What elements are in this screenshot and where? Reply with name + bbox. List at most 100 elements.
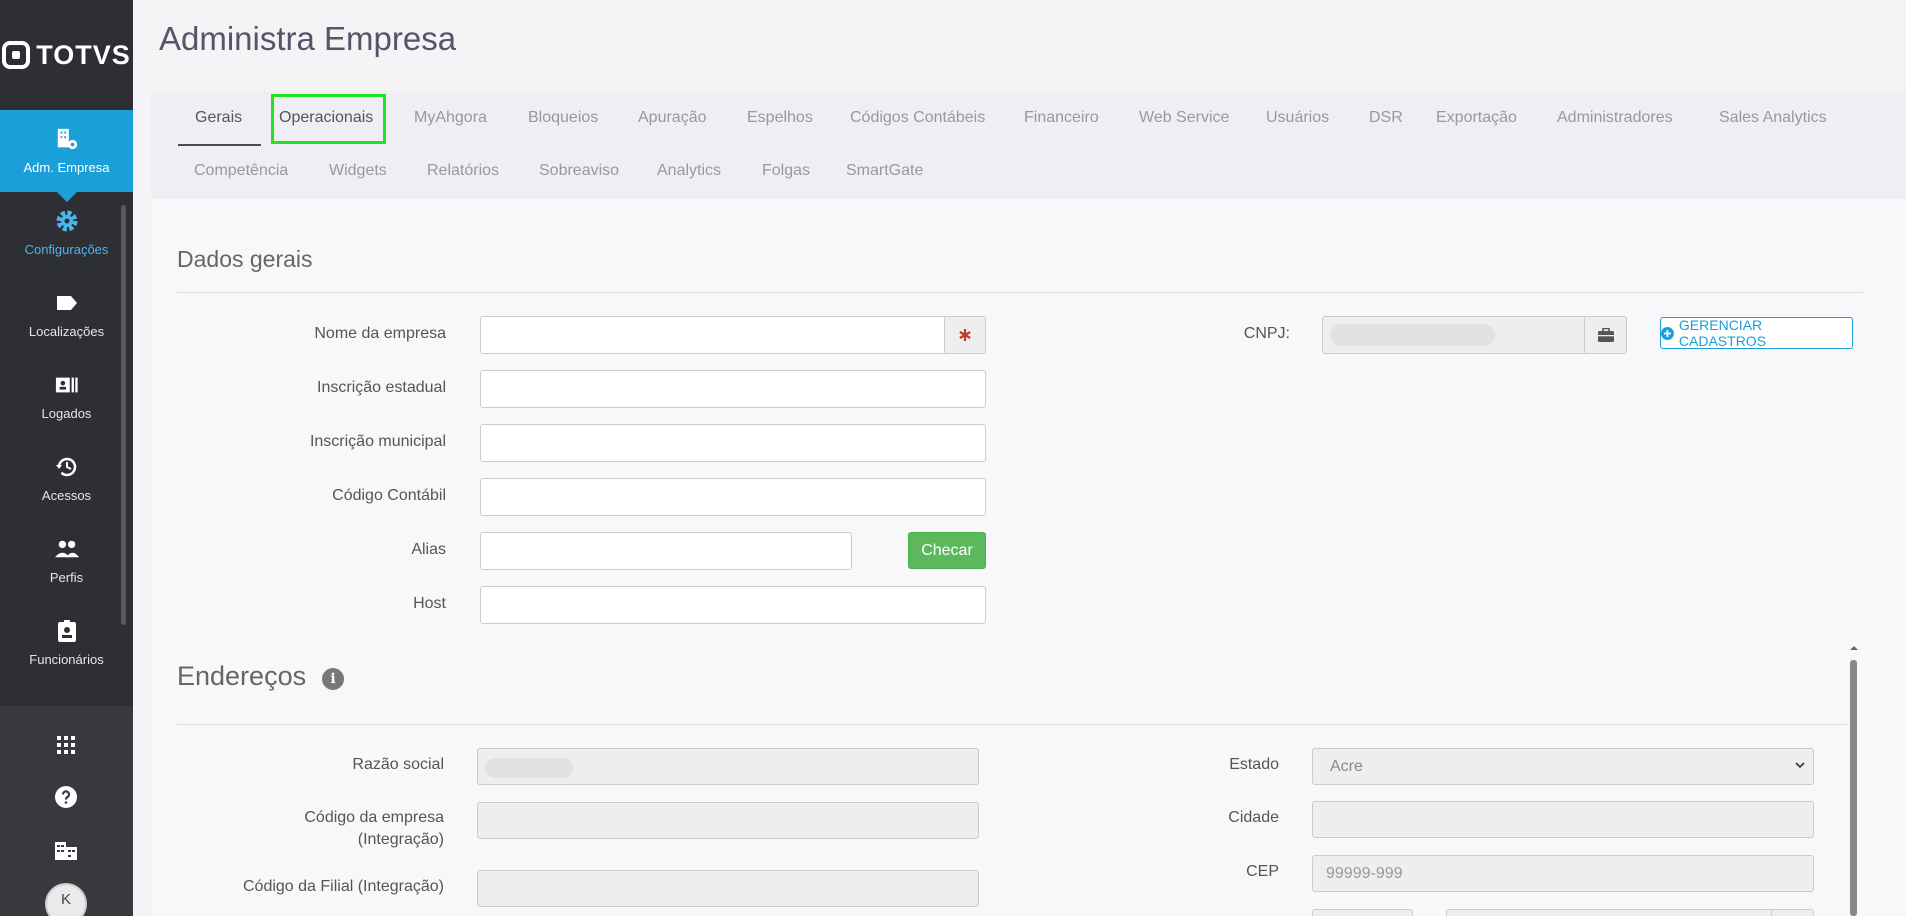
cnpj-addon[interactable]: [1584, 316, 1627, 354]
sidebar-item-logados[interactable]: Logados: [0, 356, 133, 438]
alias-input[interactable]: [480, 532, 852, 570]
plus-circle-icon: [1661, 326, 1674, 340]
tab-usuarios[interactable]: Usuários: [1266, 109, 1329, 127]
cnpj-input[interactable]: [1322, 316, 1585, 354]
gear-icon: [55, 209, 79, 233]
tab-web-service[interactable]: Web Service: [1139, 109, 1229, 127]
tabs-bar: Gerais Operacionais MyAhgora Bloqueios A…: [151, 91, 1906, 199]
section-title-dados-gerais: Dados gerais: [177, 246, 313, 272]
section-title-enderecos: Endereços: [177, 661, 307, 691]
tab-apuracao[interactable]: Apuração: [638, 109, 707, 127]
sidebar-item-adm-empresa[interactable]: Adm. Empresa: [0, 110, 133, 202]
sidebar-scrollbar[interactable]: [121, 205, 126, 625]
label-estado: Estado: [1229, 756, 1279, 773]
logradouro-addon[interactable]: [1771, 909, 1814, 916]
tab-bloqueios[interactable]: Bloqueios: [528, 109, 598, 127]
asterisk-icon: [959, 329, 971, 341]
sidebar-item-funcionarios[interactable]: Funcionários: [0, 602, 133, 684]
tab-sales-analytics[interactable]: Sales Analytics: [1719, 109, 1827, 127]
company-building-icon[interactable]: [54, 838, 78, 862]
tab-competencia[interactable]: Competência: [194, 162, 288, 180]
tab-dsr[interactable]: DSR: [1369, 109, 1403, 127]
tab-relatorios[interactable]: Relatórios: [427, 162, 499, 180]
scroll-up-arrow-icon[interactable]: [1848, 643, 1860, 653]
gerenciar-cadastros-label: GERENCIAR CADASTROS: [1678, 317, 1767, 349]
label-alias: Alias: [411, 541, 446, 558]
host-input[interactable]: [480, 586, 986, 624]
history-icon: [55, 455, 79, 479]
inscricao-estadual-input[interactable]: [480, 370, 986, 408]
tab-focus-outline: [271, 94, 386, 144]
badge-icon: [55, 619, 79, 643]
users-icon: [54, 537, 79, 561]
sidebar-item-perfis[interactable]: Perfis: [0, 520, 133, 602]
label-cep: CEP: [1246, 863, 1279, 880]
sidebar: TOTVS Adm. Empresa Configurações Localiz…: [0, 0, 133, 916]
codigo-filial-input[interactable]: [477, 870, 979, 907]
label-cnpj: CNPJ:: [1243, 325, 1290, 342]
label-codigo-filial: Código da Filial (Integração): [243, 878, 444, 895]
logradouro-input[interactable]: [1446, 909, 1772, 916]
info-icon[interactable]: i: [322, 668, 344, 690]
tab-widgets[interactable]: Widgets: [329, 162, 387, 180]
id-card-icon: [55, 373, 79, 397]
estado-select[interactable]: Acre: [1312, 748, 1814, 785]
tab-codigos-contabeis[interactable]: Códigos Contábeis: [850, 109, 985, 127]
codigo-contabil-input[interactable]: [480, 478, 986, 516]
cep-placeholder: 99999-999: [1326, 865, 1403, 882]
tab-financeiro[interactable]: Financeiro: [1024, 109, 1099, 127]
label-codigo-contabil: Código Contábil: [332, 487, 446, 504]
codigo-empresa-input[interactable]: [477, 802, 979, 839]
sidebar-item-localizacoes[interactable]: Localizações: [0, 274, 133, 356]
logo-text: TOTVS: [36, 39, 131, 70]
inscricao-municipal-input[interactable]: [480, 424, 986, 462]
label-razao-social: Razão social: [352, 756, 444, 773]
gerenciar-cadastros-button[interactable]: GERENCIAR CADASTROS: [1660, 317, 1853, 349]
content-scrollbar-thumb[interactable]: [1850, 660, 1857, 916]
avatar-initial: K: [60, 890, 71, 908]
label-inscricao-estadual: Inscrição estadual: [317, 379, 446, 396]
totvs-logo-icon: [2, 41, 31, 69]
numero-input[interactable]: [1312, 909, 1413, 916]
sidebar-item-label: Localizações: [28, 324, 105, 339]
cep-input[interactable]: 99999-999: [1312, 855, 1814, 892]
label-cidade: Cidade: [1228, 809, 1279, 826]
sidebar-item-label: Acessos: [41, 488, 92, 503]
tab-administradores[interactable]: Administradores: [1557, 109, 1673, 127]
cidade-input[interactable]: [1312, 801, 1814, 838]
page-title: Administra Empresa: [159, 20, 457, 57]
estado-selected-value: Acre: [1330, 758, 1363, 775]
label-host: Host: [413, 595, 446, 612]
nome-empresa-input[interactable]: [480, 316, 945, 354]
checar-button[interactable]: Checar: [908, 532, 986, 569]
redacted-value: [1330, 324, 1495, 346]
tab-analytics[interactable]: Analytics: [657, 162, 721, 180]
building-gear-icon: [55, 127, 79, 151]
sidebar-item-label: Logados: [41, 406, 92, 421]
briefcase-icon: [1597, 328, 1614, 342]
section-divider: [177, 292, 1863, 293]
sidebar-item-configuracoes[interactable]: Configurações: [0, 192, 133, 274]
tag-icon: [55, 291, 79, 315]
tab-sobreaviso[interactable]: Sobreaviso: [539, 162, 619, 180]
tab-folgas[interactable]: Folgas: [762, 162, 810, 180]
label-nome-empresa: Nome da empresa: [314, 325, 446, 342]
sidebar-item-acessos[interactable]: Acessos: [0, 438, 133, 520]
tab-gerais[interactable]: Gerais: [195, 109, 242, 127]
active-tab-underline: [178, 144, 261, 146]
totvs-logo[interactable]: TOTVS: [0, 0, 133, 110]
tab-espelhos[interactable]: Espelhos: [747, 109, 813, 127]
redacted-value: [485, 758, 573, 778]
sidebar-item-label: Funcionários: [29, 652, 104, 667]
label-inscricao-municipal: Inscrição municipal: [309, 433, 446, 450]
razao-social-input[interactable]: [477, 748, 979, 785]
label-codigo-empresa-line2: (Integração): [357, 831, 444, 848]
apps-grid-icon[interactable]: [54, 733, 78, 757]
help-icon[interactable]: [54, 785, 78, 809]
tab-smartgate[interactable]: SmartGate: [846, 162, 923, 180]
tab-exportacao[interactable]: Exportação: [1436, 109, 1517, 127]
chevron-down-icon: [1795, 762, 1805, 769]
tab-myahgora[interactable]: MyAhgora: [414, 109, 487, 127]
section-divider: [177, 724, 1847, 725]
sidebar-item-label: Configurações: [24, 242, 109, 257]
